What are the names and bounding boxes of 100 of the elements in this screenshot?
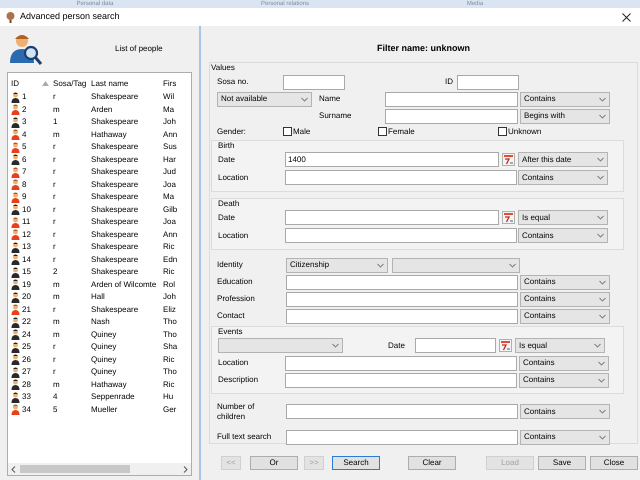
dropdown[interactable] xyxy=(392,258,520,272)
table-cell: Joh xyxy=(163,291,176,304)
calendar-icon[interactable] xyxy=(502,153,515,166)
dropdown[interactable]: Contains xyxy=(520,292,610,306)
table-cell-text: 1 xyxy=(53,116,58,128)
table-cell: Ma xyxy=(163,191,174,204)
input-field[interactable] xyxy=(285,170,517,185)
table-cell-text: Shakespeare xyxy=(91,216,140,228)
table-cell: 4 xyxy=(22,128,26,141)
column-header[interactable]: Last name xyxy=(91,78,163,90)
table-cell: Ger xyxy=(163,404,176,416)
dialog-button[interactable]: Save xyxy=(538,456,586,470)
chevron-icon xyxy=(599,96,606,102)
chevron-icon xyxy=(597,215,604,220)
tree-icon xyxy=(5,12,16,22)
dialog-button[interactable]: Clear xyxy=(408,456,456,470)
column-header[interactable]: Sosa/Tag xyxy=(53,78,91,90)
input-field[interactable]: 1400 xyxy=(285,152,499,167)
dropdown[interactable]: Contains xyxy=(519,372,609,388)
dropdown[interactable]: Not available xyxy=(217,92,312,106)
input-field[interactable] xyxy=(286,430,518,444)
input-field[interactable] xyxy=(285,210,499,225)
chevron-icon xyxy=(599,434,606,440)
table-cell: Ric xyxy=(163,266,175,278)
table-cell-text: Shakespeare xyxy=(91,304,140,316)
dropdown[interactable]: Contains xyxy=(520,308,610,324)
dropdown[interactable]: Begins with xyxy=(520,108,610,124)
input-field[interactable] xyxy=(285,228,517,243)
dropdown[interactable]: Contains xyxy=(518,170,608,185)
table-cell-text: r xyxy=(53,166,57,178)
table-cell-text: Arden xyxy=(91,104,114,116)
table-cell-text: r xyxy=(53,354,57,366)
table-cell-text: r xyxy=(53,241,57,254)
table-cell-text: 2 xyxy=(53,266,58,278)
table-cell-text: Hall xyxy=(91,291,106,304)
scroll-right-icon[interactable] xyxy=(183,466,188,472)
dropdown[interactable]: Contains xyxy=(519,356,609,370)
input-field[interactable] xyxy=(457,74,519,90)
dropdown[interactable]: Is equal xyxy=(518,210,608,225)
column-header[interactable]: ID xyxy=(11,78,53,90)
input-field[interactable] xyxy=(286,404,518,419)
table-cell: Ann xyxy=(163,228,178,241)
table-cell: 26 xyxy=(22,354,31,366)
table-cell-text: Arden of Wilcomte xyxy=(91,278,158,291)
checkbox[interactable] xyxy=(283,127,292,136)
table-cell: 13 xyxy=(22,241,31,254)
table-cell-text: Shakespeare xyxy=(91,266,140,278)
dropdown[interactable] xyxy=(218,338,343,353)
chevron-icon xyxy=(594,343,601,348)
close-icon[interactable] xyxy=(622,12,631,22)
dropdown[interactable]: After this date xyxy=(518,152,608,167)
input-field[interactable] xyxy=(283,74,345,90)
table-cell: 21 xyxy=(22,304,31,316)
dropdown[interactable]: Contains xyxy=(520,274,610,290)
input-field[interactable] xyxy=(385,92,518,106)
table-cell-text: r xyxy=(53,341,57,354)
input-field[interactable] xyxy=(415,338,496,353)
input-field[interactable] xyxy=(286,274,518,290)
dialog-button[interactable]: Close xyxy=(590,456,638,470)
calendar-icon[interactable] xyxy=(499,339,512,352)
dialog-button[interactable]: Or xyxy=(250,456,298,470)
table-cell: Joh xyxy=(163,116,176,128)
table-cell: 20 xyxy=(22,291,31,304)
input-field[interactable] xyxy=(286,308,518,324)
dialog-button[interactable]: Search xyxy=(332,456,380,470)
table-cell-text: m xyxy=(53,278,61,291)
table-cell: 11 xyxy=(22,216,30,228)
dropdown[interactable]: Contains xyxy=(520,92,610,106)
input-field[interactable] xyxy=(385,108,518,124)
column-header[interactable]: Firs xyxy=(163,78,191,90)
input-field[interactable] xyxy=(285,372,517,388)
chevron-icon xyxy=(599,296,606,302)
table-cell-text: r xyxy=(53,254,57,266)
input-field[interactable] xyxy=(285,356,517,370)
dropdown[interactable]: Contains xyxy=(520,404,610,419)
table-cell: 28 xyxy=(22,378,31,391)
dropdown[interactable]: Citizenship xyxy=(286,258,388,272)
table-cell: 10 xyxy=(22,204,31,216)
table-cell-text: Mueller xyxy=(91,404,118,416)
table-cell: Tho xyxy=(163,328,177,341)
table-cell: 6 xyxy=(22,154,26,166)
input-field[interactable] xyxy=(286,292,518,306)
dropdown[interactable]: Contains xyxy=(518,228,608,243)
table-cell-text: r xyxy=(53,178,57,191)
chevron-icon xyxy=(597,233,604,238)
field-label: Date xyxy=(218,154,236,166)
table-cell: Sha xyxy=(163,341,178,354)
calendar-icon[interactable] xyxy=(502,211,515,224)
dropdown[interactable]: Contains xyxy=(520,430,610,444)
field-label: Surname xyxy=(319,110,352,122)
scroll-left-icon[interactable] xyxy=(11,466,16,472)
group-label: Death xyxy=(218,198,240,208)
table-cell-text: Shakespeare xyxy=(91,228,140,241)
checkbox[interactable] xyxy=(498,127,507,136)
table-cell: Ric xyxy=(163,354,175,366)
dropdown[interactable]: Is equal xyxy=(515,338,605,353)
horizontal-scrollbar[interactable] xyxy=(8,463,191,475)
field-label: Gender: xyxy=(217,126,247,138)
checkbox[interactable] xyxy=(378,127,387,136)
field-label: Date xyxy=(218,212,236,224)
